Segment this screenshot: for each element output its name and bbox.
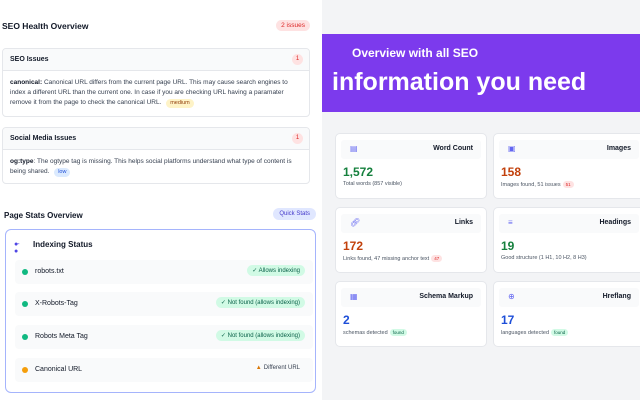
stats-grid: ▤ Word Count 1,572 Total words (857 visi… <box>329 127 640 400</box>
link-icon: 🔗︎ <box>350 218 361 227</box>
stat-value: 2 <box>343 313 350 327</box>
stat-card-hreflang[interactable]: ⊕ Hreflang 17 languages detected found <box>493 281 640 347</box>
issues-count-badge: 2 issues <box>276 20 310 31</box>
warning-icon: ▲ <box>255 365 262 371</box>
stat-subtext-label: languages detected <box>501 330 550 336</box>
banner-line-2: information you need <box>332 68 587 96</box>
seo-health-title: SEO Health Overview <box>2 21 89 31</box>
grid-icon: ▦ <box>350 292 358 301</box>
social-issue-item: og:type: The ogtype tag is missing. This… <box>3 150 309 184</box>
indexing-row-x-robots-tag: X-Robots-Tag ✓ Not found (allows indexin… <box>15 292 313 316</box>
stat-label: Hreflang <box>602 293 631 300</box>
indexing-row-name: robots.txt <box>35 268 64 275</box>
indexing-row-robots-txt: robots.txt ✓ Allows indexing <box>15 260 313 284</box>
page-stats-header: Page Stats Overview Quick Stats <box>0 205 322 225</box>
seo-issues-header[interactable]: SEO Issues 1 <box>3 49 309 71</box>
severity-badge: medium <box>166 99 194 108</box>
indexing-row-status: ✓ Not found (allows indexing) <box>215 297 305 308</box>
stat-card-header: ▤ Word Count <box>341 140 481 159</box>
social-issues-count: 1 <box>292 133 303 144</box>
stat-subtext: Total words (857 visible) <box>343 181 402 187</box>
stat-card-schema-markup[interactable]: ▦ Schema Markup 2 schemas detected found <box>335 281 487 347</box>
indexing-title: Indexing Status <box>33 240 93 249</box>
stat-card-header: ▦ Schema Markup <box>341 288 481 307</box>
document-icon: ▤ <box>350 144 358 153</box>
indexing-status-panel: ●-● Indexing Status robots.txt ✓ Allows … <box>5 229 316 393</box>
indexing-row-robots-meta: Robots Meta Tag ✓ Not found (allows inde… <box>15 325 313 349</box>
stat-value: 1,572 <box>343 165 374 179</box>
issue-label: og:type <box>10 158 34 165</box>
stat-value: 172 <box>343 239 364 253</box>
stat-subtext: Links found, 47 missing anchor text 47 <box>343 255 443 262</box>
seo-issues-count: 1 <box>292 54 303 65</box>
promo-banner: Overview with all SEO information you ne… <box>322 34 640 112</box>
issue-text: : The ogtype tag is missing. This helps … <box>10 158 292 175</box>
indexing-icon: ●-● <box>14 241 19 255</box>
seo-issues-title: SEO Issues <box>10 56 49 63</box>
image-icon: ▣ <box>508 144 516 153</box>
stat-value: 19 <box>501 239 515 253</box>
stat-label: Images <box>606 145 631 152</box>
issues-badge: 47 <box>431 255 443 262</box>
indexing-row-name: Canonical URL <box>35 366 83 373</box>
stat-subtext-label: Good structure (1 H1, 10 H2, 8 H3) <box>501 255 587 261</box>
page-stats-title: Page Stats Overview <box>4 211 83 220</box>
indexing-row-status: ✓ Allows indexing <box>247 265 305 276</box>
issues-badge: 51 <box>562 181 574 188</box>
indexing-row-status-text: Different URL <box>263 365 300 371</box>
right-panel: Overview with all SEO information you ne… <box>322 0 640 400</box>
social-issues-card[interactable]: Social Media Issues 1 og:type: The ogtyp… <box>2 127 310 184</box>
social-issues-header[interactable]: Social Media Issues 1 <box>3 128 309 150</box>
indexing-row-canonical-url: Canonical URL ▲ Different URL <box>15 358 313 382</box>
stat-subtext-label: Links found, 47 missing anchor text <box>343 256 430 262</box>
left-panel: SEO Health Overview 2 issues SEO Issues … <box>0 0 322 400</box>
indexing-row-name: X-Robots-Tag <box>35 300 78 307</box>
status-dot-icon <box>22 301 28 307</box>
indexing-row-status: ▲ Different URL <box>251 363 305 373</box>
stat-value: 158 <box>501 165 522 179</box>
stat-card-headings[interactable]: ≡ Headings 19 Good structure (1 H1, 10 H… <box>493 207 640 273</box>
issue-text: Canonical URL differs from the current p… <box>10 79 288 106</box>
stat-subtext-label: Total words (857 visible) <box>343 181 402 187</box>
stat-subtext: Images found, 51 issues 51 <box>501 181 574 188</box>
stat-subtext: languages detected found <box>501 329 569 336</box>
list-icon: ≡ <box>508 218 513 227</box>
banner-line-1: Overview with all SEO <box>352 46 479 60</box>
stat-card-header: ≡ Headings <box>499 214 639 233</box>
seo-issues-card[interactable]: SEO Issues 1 canonical: Canonical URL di… <box>2 48 310 117</box>
stat-label: Links <box>454 219 473 226</box>
stat-subtext-label: schemas detected <box>343 330 388 336</box>
status-dot-icon <box>22 334 28 340</box>
stat-label: Word Count <box>433 145 473 152</box>
stat-label: Headings <box>599 219 631 226</box>
stat-card-header: ▣ Images <box>499 140 639 159</box>
stat-label: Schema Markup <box>419 293 473 300</box>
found-badge: found <box>389 329 407 336</box>
stat-value: 17 <box>501 313 515 327</box>
stat-card-header: 🔗︎ Links <box>341 214 481 233</box>
stat-card-links[interactable]: 🔗︎ Links 172 Links found, 47 missing anc… <box>335 207 487 273</box>
seo-issue-item: canonical: Canonical URL differs from th… <box>3 71 309 115</box>
stat-card-images[interactable]: ▣ Images 158 Images found, 51 issues 51 <box>493 133 640 199</box>
stat-card-word-count[interactable]: ▤ Word Count 1,572 Total words (857 visi… <box>335 133 487 199</box>
indexing-row-name: Robots Meta Tag <box>35 333 88 340</box>
status-dot-icon <box>22 367 28 373</box>
globe-icon: ⊕ <box>508 292 515 301</box>
stat-subtext-label: Images found, 51 issues <box>501 182 561 188</box>
quick-stats-button[interactable]: Quick Stats <box>273 208 316 220</box>
stat-card-header: ⊕ Hreflang <box>499 288 639 307</box>
seo-health-header: SEO Health Overview 2 issues <box>0 16 322 40</box>
stat-subtext: schemas detected found <box>343 329 407 336</box>
social-issues-title: Social Media Issues <box>10 135 77 142</box>
status-dot-icon <box>22 269 28 275</box>
severity-badge: low <box>54 168 71 177</box>
stat-subtext: Good structure (1 H1, 10 H2, 8 H3) <box>501 255 587 261</box>
found-badge: found <box>551 329 569 336</box>
issue-label: canonical: <box>10 79 43 86</box>
indexing-row-status: ✓ Not found (allows indexing) <box>215 330 305 341</box>
